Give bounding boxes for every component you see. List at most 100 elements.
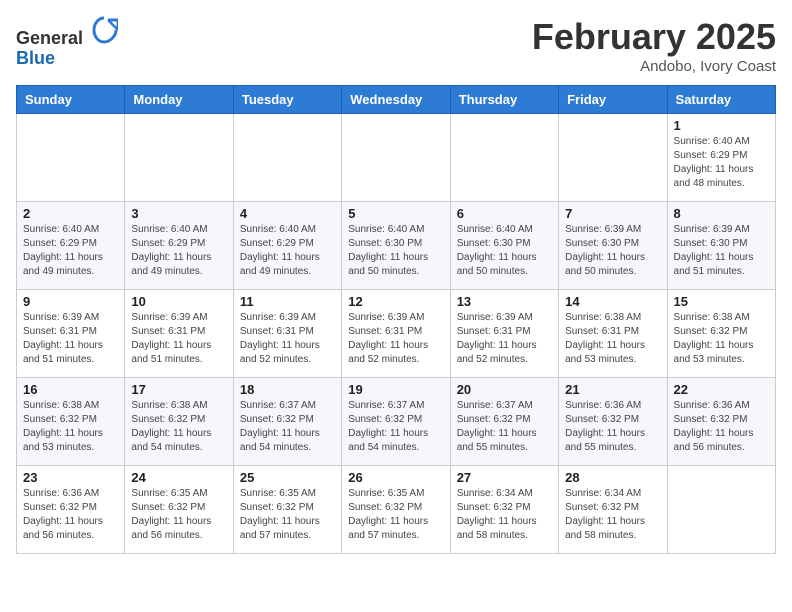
table-row: 3 Sunrise: 6:40 AM Sunset: 6:29 PM Daylig… — [125, 202, 233, 290]
table-row: 5 Sunrise: 6:40 AM Sunset: 6:30 PM Daylig… — [342, 202, 450, 290]
location-subtitle: Andobo, Ivory Coast — [532, 58, 776, 75]
day-number: 16 — [23, 382, 118, 397]
table-row: 2 Sunrise: 6:40 AM Sunset: 6:29 PM Daylig… — [17, 202, 125, 290]
table-row — [125, 114, 233, 202]
day-number: 27 — [457, 470, 552, 485]
day-info: Sunrise: 6:40 AM Sunset: 6:29 PM Dayligh… — [131, 223, 226, 279]
day-info: Sunrise: 6:39 AM Sunset: 6:30 PM Dayligh… — [674, 223, 769, 279]
table-row: 19Sunrise: 6:37 AM Sunset: 6:32 PM Dayli… — [342, 378, 450, 466]
day-info: Sunrise: 6:40 AM Sunset: 6:29 PM Dayligh… — [23, 223, 118, 279]
table-row: 6 Sunrise: 6:40 AM Sunset: 6:30 PM Daylig… — [450, 202, 558, 290]
calendar-table: Sunday Monday Tuesday Wednesday Thursday… — [16, 85, 776, 554]
calendar-week-2: 9 Sunrise: 6:39 AM Sunset: 6:31 PM Daylig… — [17, 290, 776, 378]
table-row: 4 Sunrise: 6:40 AM Sunset: 6:29 PM Daylig… — [233, 202, 341, 290]
table-row: 26 Sunrise: 6:35 AM Sunset: 6:32 PM Dayli… — [342, 466, 450, 554]
day-number: 10 — [131, 294, 226, 309]
header-thursday: Thursday — [450, 86, 558, 114]
day-info: Sunrise: 6:38 AM Sunset: 6:31 PM Dayligh… — [565, 311, 660, 367]
day-info: Sunrise: 6:39 AM Sunset: 6:31 PM Dayligh… — [348, 311, 443, 367]
day-info: Sunrise: 6:38 AM Sunset: 6:32 PM Dayligh… — [131, 399, 226, 455]
table-row — [17, 114, 125, 202]
table-row: 13Sunrise: 6:39 AM Sunset: 6:31 PM Dayli… — [450, 290, 558, 378]
day-number: 22 — [674, 382, 769, 397]
table-row: 15Sunrise: 6:38 AM Sunset: 6:32 PM Dayli… — [667, 290, 775, 378]
table-row: 8 Sunrise: 6:39 AM Sunset: 6:30 PM Daylig… — [667, 202, 775, 290]
table-row: 28 Sunrise: 6:34 AM Sunset: 6:32 PM Dayli… — [559, 466, 667, 554]
day-number: 26 — [348, 470, 443, 485]
header-tuesday: Tuesday — [233, 86, 341, 114]
day-number: 9 — [23, 294, 118, 309]
day-info: Sunrise: 6:40 AM Sunset: 6:29 PM Dayligh… — [674, 135, 769, 191]
day-number: 20 — [457, 382, 552, 397]
weekday-header-row: Sunday Monday Tuesday Wednesday Thursday… — [17, 86, 776, 114]
day-number: 17 — [131, 382, 226, 397]
table-row: 16Sunrise: 6:38 AM Sunset: 6:32 PM Dayli… — [17, 378, 125, 466]
table-row: 20 Sunrise: 6:37 AM Sunset: 6:32 PM Dayli… — [450, 378, 558, 466]
table-row — [559, 114, 667, 202]
calendar-week-3: 16 Sunrise: 6:38 AM Sunset: 6:32 PM Dayli… — [17, 378, 776, 466]
day-info: Sunrise: 6:36 AM Sunset: 6:32 PM Dayligh… — [23, 487, 118, 543]
day-info: Sunrise: 6:39 AM Sunset: 6:30 PM Dayligh… — [565, 223, 660, 279]
table-row — [233, 114, 341, 202]
table-row: 24 Sunrise: 6:35 AM Sunset: 6:32 PM Dayli… — [125, 466, 233, 554]
day-number: 4 — [240, 206, 335, 221]
table-row: 25Sunrise: 6:35 AM Sunset: 6:32 PM Dayli… — [233, 466, 341, 554]
day-info: Sunrise: 6:39 AM Sunset: 6:31 PM Dayligh… — [131, 311, 226, 367]
logo-general: General — [16, 28, 83, 48]
logo-blue: Blue — [16, 48, 55, 68]
day-info: Sunrise: 6:39 AM Sunset: 6:31 PM Dayligh… — [240, 311, 335, 367]
table-row: 14 Sunrise: 6:38 AM Sunset: 6:31 PM Dayli… — [559, 290, 667, 378]
calendar-week-4: 23 Sunrise: 6:36 AM Sunset: 6:32 PM Dayli… — [17, 466, 776, 554]
day-info: Sunrise: 6:37 AM Sunset: 6:32 PM Dayligh… — [240, 399, 335, 455]
day-number: 15 — [674, 294, 769, 309]
header-saturday: Saturday — [667, 86, 775, 114]
header-wednesday: Wednesday — [342, 86, 450, 114]
header-sunday: Sunday — [17, 86, 125, 114]
day-info: Sunrise: 6:37 AM Sunset: 6:32 PM Dayligh… — [457, 399, 552, 455]
day-info: Sunrise: 6:35 AM Sunset: 6:32 PM Dayligh… — [131, 487, 226, 543]
table-row: 9 Sunrise: 6:39 AM Sunset: 6:31 PM Daylig… — [17, 290, 125, 378]
day-number: 18 — [240, 382, 335, 397]
table-row: 27 Sunrise: 6:34 AM Sunset: 6:32 PM Dayli… — [450, 466, 558, 554]
title-area: February 2025 Andobo, Ivory Coast — [532, 16, 776, 75]
calendar-week-1: 2 Sunrise: 6:40 AM Sunset: 6:29 PM Daylig… — [17, 202, 776, 290]
table-row: 12Sunrise: 6:39 AM Sunset: 6:31 PM Dayli… — [342, 290, 450, 378]
day-number: 3 — [131, 206, 226, 221]
day-number: 1 — [674, 118, 769, 133]
day-info: Sunrise: 6:39 AM Sunset: 6:31 PM Dayligh… — [23, 311, 118, 367]
table-row — [342, 114, 450, 202]
table-row: 17 Sunrise: 6:38 AM Sunset: 6:32 PM Dayli… — [125, 378, 233, 466]
table-row — [450, 114, 558, 202]
day-number: 11 — [240, 294, 335, 309]
logo-icon — [90, 16, 118, 44]
day-number: 23 — [23, 470, 118, 485]
table-row: 18 Sunrise: 6:37 AM Sunset: 6:32 PM Dayli… — [233, 378, 341, 466]
logo: General Blue — [16, 16, 118, 69]
table-row: 23 Sunrise: 6:36 AM Sunset: 6:32 PM Dayli… — [17, 466, 125, 554]
day-number: 14 — [565, 294, 660, 309]
table-row: 1 Sunrise: 6:40 AM Sunset: 6:29 PM Daylig… — [667, 114, 775, 202]
day-number: 2 — [23, 206, 118, 221]
day-number: 28 — [565, 470, 660, 485]
day-info: Sunrise: 6:35 AM Sunset: 6:32 PM Dayligh… — [348, 487, 443, 543]
day-info: Sunrise: 6:40 AM Sunset: 6:30 PM Dayligh… — [457, 223, 552, 279]
day-number: 13 — [457, 294, 552, 309]
day-info: Sunrise: 6:36 AM Sunset: 6:32 PM Dayligh… — [674, 399, 769, 455]
day-info: Sunrise: 6:40 AM Sunset: 6:29 PM Dayligh… — [240, 223, 335, 279]
table-row: 11 Sunrise: 6:39 AM Sunset: 6:31 PM Dayli… — [233, 290, 341, 378]
day-number: 25 — [240, 470, 335, 485]
day-info: Sunrise: 6:34 AM Sunset: 6:32 PM Dayligh… — [457, 487, 552, 543]
header-monday: Monday — [125, 86, 233, 114]
day-info: Sunrise: 6:36 AM Sunset: 6:32 PM Dayligh… — [565, 399, 660, 455]
day-info: Sunrise: 6:37 AM Sunset: 6:32 PM Dayligh… — [348, 399, 443, 455]
day-number: 6 — [457, 206, 552, 221]
day-number: 24 — [131, 470, 226, 485]
table-row: 7Sunrise: 6:39 AM Sunset: 6:30 PM Daylig… — [559, 202, 667, 290]
calendar-week-0: 1 Sunrise: 6:40 AM Sunset: 6:29 PM Daylig… — [17, 114, 776, 202]
table-row: 10 Sunrise: 6:39 AM Sunset: 6:31 PM Dayli… — [125, 290, 233, 378]
day-number: 5 — [348, 206, 443, 221]
day-info: Sunrise: 6:40 AM Sunset: 6:30 PM Dayligh… — [348, 223, 443, 279]
day-info: Sunrise: 6:34 AM Sunset: 6:32 PM Dayligh… — [565, 487, 660, 543]
month-title: February 2025 — [532, 16, 776, 58]
day-number: 8 — [674, 206, 769, 221]
